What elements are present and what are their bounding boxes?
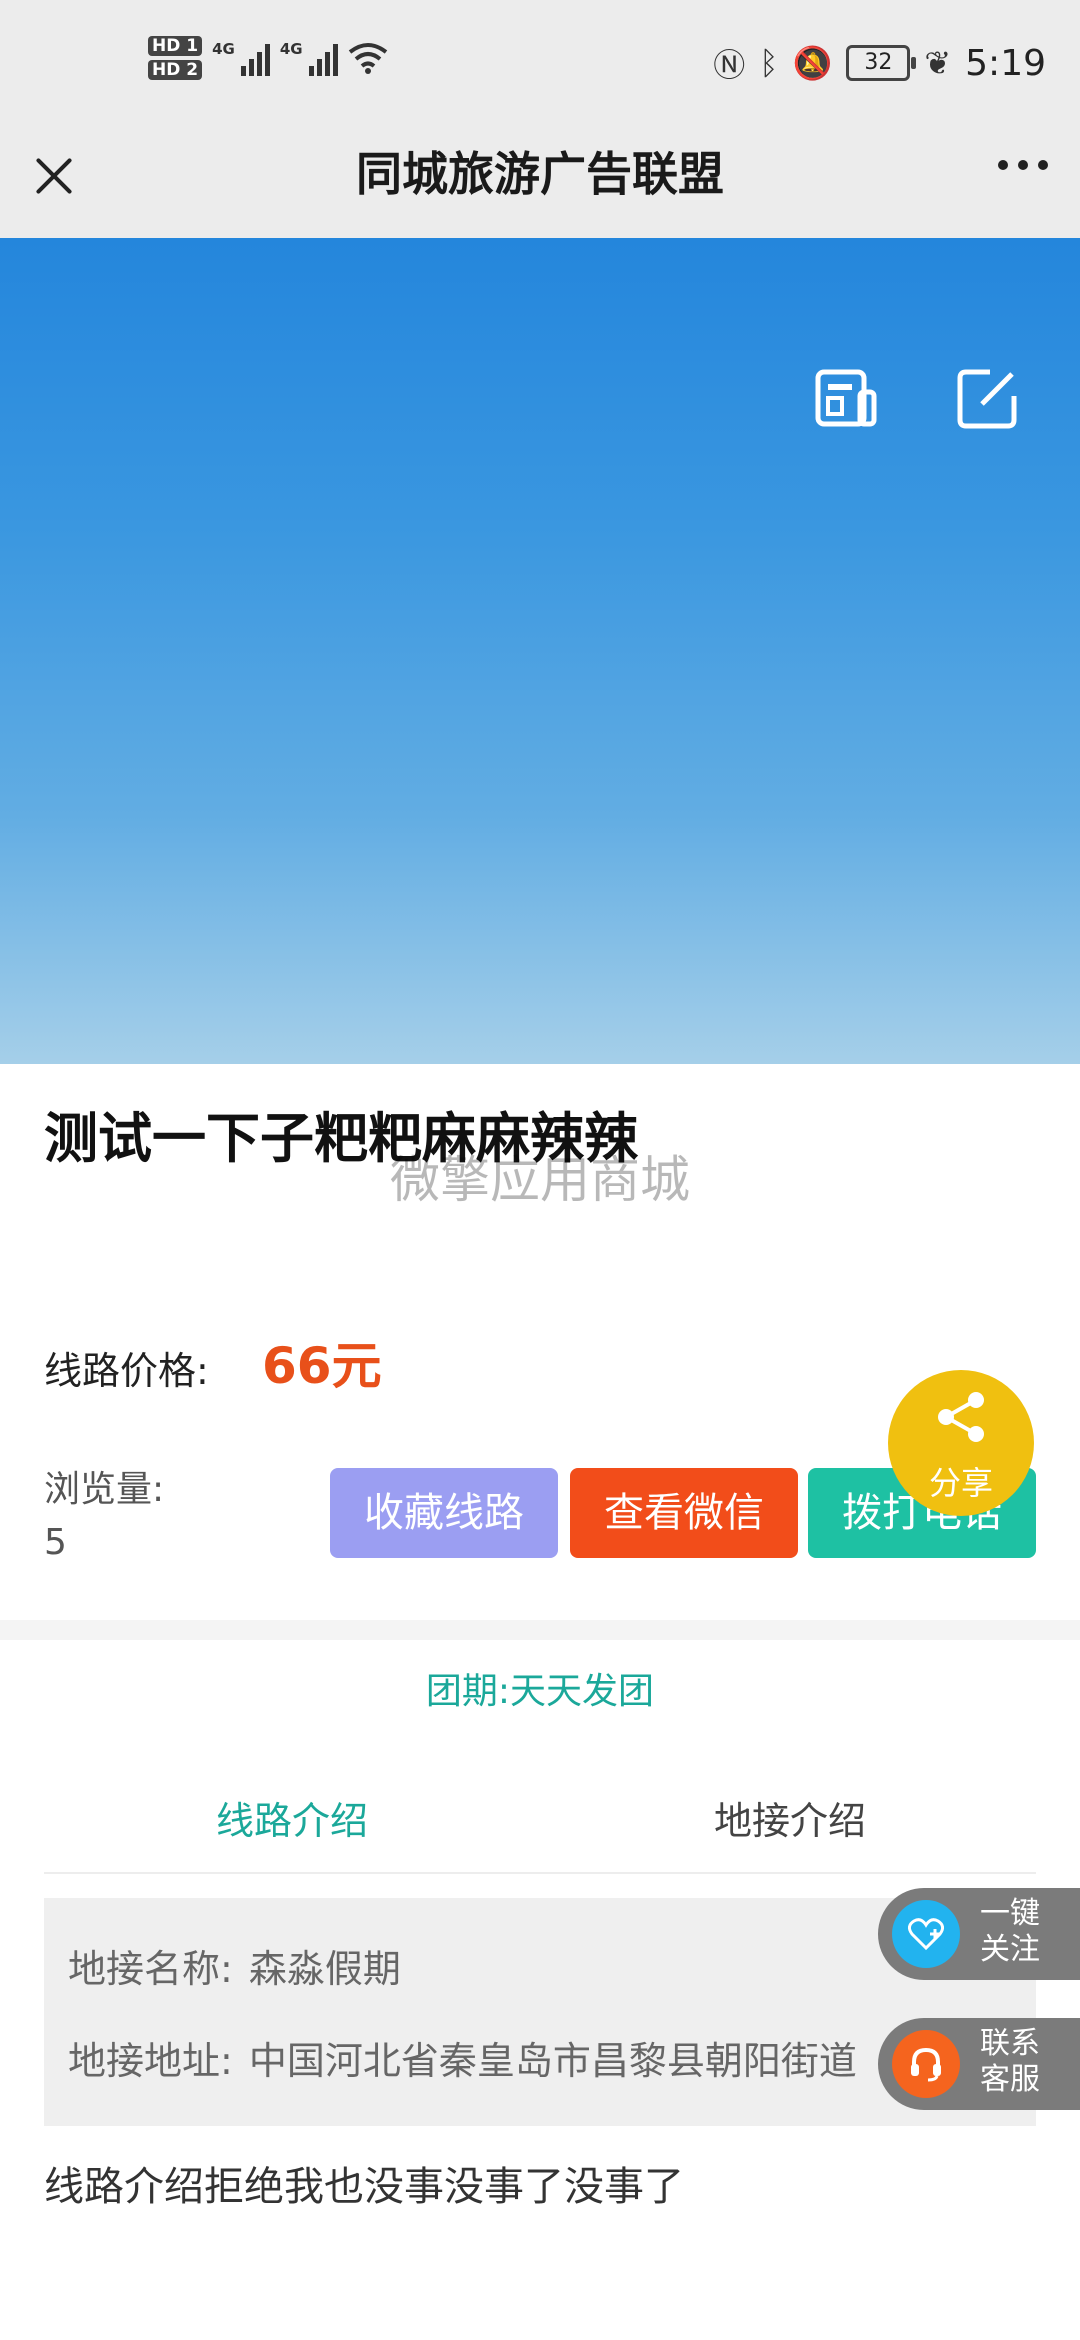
leaf-icon: ❦ xyxy=(924,44,952,82)
heart-plus-icon xyxy=(892,1900,960,1968)
agency-address-value: 中国河北省秦皇岛市昌黎县朝阳街道 xyxy=(248,2039,857,2083)
headset-icon xyxy=(892,2030,960,2098)
customer-service-button[interactable]: 联系 客服 xyxy=(878,2018,1080,2110)
mute-bell-icon: 🔕 xyxy=(792,44,833,82)
sim2-label: HD 2 xyxy=(148,60,203,80)
tab-divider xyxy=(44,1872,1036,1874)
sim1-label: HD 1 xyxy=(148,36,203,56)
agency-address-row: 地接地址: 中国河北省秦皇岛市昌黎县朝阳街道 xyxy=(68,2030,857,2085)
section-divider xyxy=(0,1620,1080,1640)
network-type-2: 4G xyxy=(279,40,303,58)
hero-image xyxy=(0,238,1080,1064)
hd-sim-icon: HD 1 HD 2 xyxy=(148,36,203,80)
edit-icon[interactable] xyxy=(956,366,1020,430)
title-bar: 同城旅游广告联盟 xyxy=(0,130,1080,238)
bluetooth-icon: ᛒ xyxy=(759,44,779,82)
agency-name-row: 地接名称: 森淼假期 xyxy=(68,1938,401,1993)
price-value: 66元 xyxy=(262,1337,382,1395)
favorite-route-button[interactable]: 收藏线路 xyxy=(330,1468,558,1558)
wifi-icon xyxy=(348,43,387,74)
clock: 5:19 xyxy=(965,42,1046,84)
route-description: 线路介绍拒绝我也没事没事了没事了 xyxy=(44,2164,684,2210)
agency-address-label: 地接地址: xyxy=(68,2039,233,2083)
status-bar: HD 1 HD 2 4G 4G Ⓝ ᛒ 🔕 32 ❦ 5:19 xyxy=(0,0,1080,130)
signal-icon: 4G xyxy=(280,40,338,76)
service-label: 联系 客服 xyxy=(980,2026,1040,2097)
tab-agency-intro[interactable]: 地接介绍 xyxy=(714,1790,866,1845)
share-button[interactable]: 分享 xyxy=(888,1370,1034,1516)
agency-name-value: 森淼假期 xyxy=(248,1947,401,1991)
price-label: 线路价格: xyxy=(44,1349,209,1393)
follow-button[interactable]: 一键 关注 xyxy=(878,1888,1080,1980)
views-label: 浏览量: xyxy=(44,1469,165,1510)
network-indicators: HD 1 HD 2 4G 4G xyxy=(148,36,388,80)
share-label: 分享 xyxy=(928,1464,993,1502)
nfc-icon: Ⓝ xyxy=(713,46,746,84)
signal-icon: 4G xyxy=(212,40,270,76)
network-type-1: 4G xyxy=(212,40,235,58)
watermark: 微擎应用商城 xyxy=(390,1151,690,1209)
view-wechat-button[interactable]: 查看微信 xyxy=(570,1468,798,1558)
more-icon[interactable] xyxy=(998,160,1048,170)
group-date: 团期:天天发团 xyxy=(425,1671,655,1712)
battery-icon: 32 xyxy=(846,45,917,81)
follow-label: 一键 关注 xyxy=(980,1896,1040,1967)
views-count: 5 xyxy=(44,1522,67,1563)
agency-name-label: 地接名称: xyxy=(68,1947,233,1991)
share-icon xyxy=(938,1392,984,1442)
tab-route-intro[interactable]: 线路介绍 xyxy=(216,1790,368,1845)
document-icon[interactable] xyxy=(814,366,878,430)
page-title: 同城旅游广告联盟 xyxy=(356,147,724,201)
system-indicators: Ⓝ ᛒ 🔕 32 ❦ 5:19 xyxy=(713,40,1046,86)
